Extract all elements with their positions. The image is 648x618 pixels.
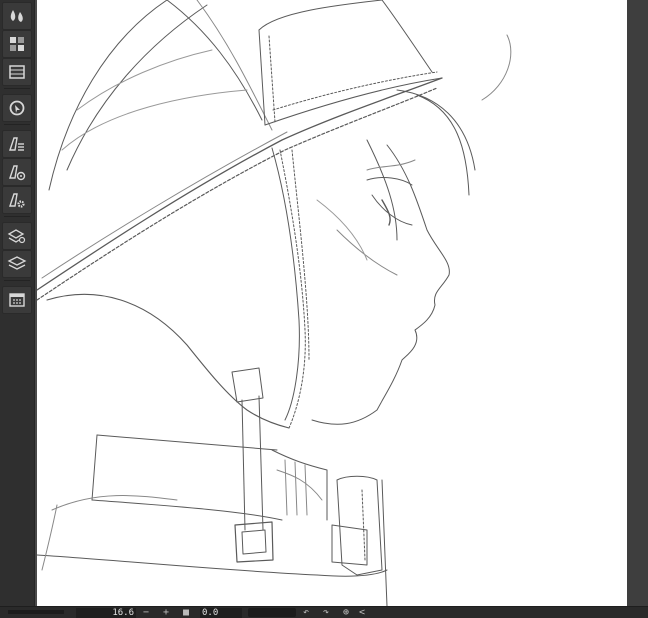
toolbar-separator [4, 88, 30, 89]
canvas-area[interactable] [35, 0, 648, 606]
zoom-in-button[interactable]: + [160, 607, 172, 618]
toolbar-separator [4, 216, 30, 217]
color-set-icon[interactable] [2, 30, 32, 58]
color-palette-icon[interactable] [2, 2, 32, 30]
zoom-out-button[interactable]: − [140, 607, 152, 618]
status-bar: 16.6 − + ■ 0.0 ↶ ↷ ⊕ < [0, 606, 648, 618]
rotation-slider[interactable] [248, 608, 296, 617]
toolbar-separator [4, 124, 30, 125]
stop-button[interactable]: ■ [180, 607, 192, 618]
material-icon[interactable] [2, 286, 32, 314]
tool-property-icon[interactable] [2, 130, 32, 158]
drawing-canvas[interactable] [37, 0, 627, 606]
rotate-right-button[interactable]: ↷ [320, 607, 332, 618]
left-toolbar [0, 0, 35, 617]
layer-property-icon[interactable] [2, 222, 32, 250]
timeline-icon[interactable] [2, 58, 32, 86]
toolbar-separator [4, 280, 30, 281]
layer-icon[interactable] [2, 250, 32, 278]
reset-rotation-button[interactable]: ⊕ [340, 607, 352, 618]
flip-button[interactable]: < [356, 607, 368, 618]
sub-tool-detail-icon[interactable] [2, 158, 32, 186]
rotate-left-button[interactable]: ↶ [300, 607, 312, 618]
zoom-slider[interactable] [8, 610, 64, 614]
tool-settings-icon[interactable] [2, 186, 32, 214]
canvas-scroll-area[interactable] [627, 0, 648, 606]
line-art-sketch [37, 0, 512, 606]
navigator-icon[interactable] [2, 94, 32, 122]
